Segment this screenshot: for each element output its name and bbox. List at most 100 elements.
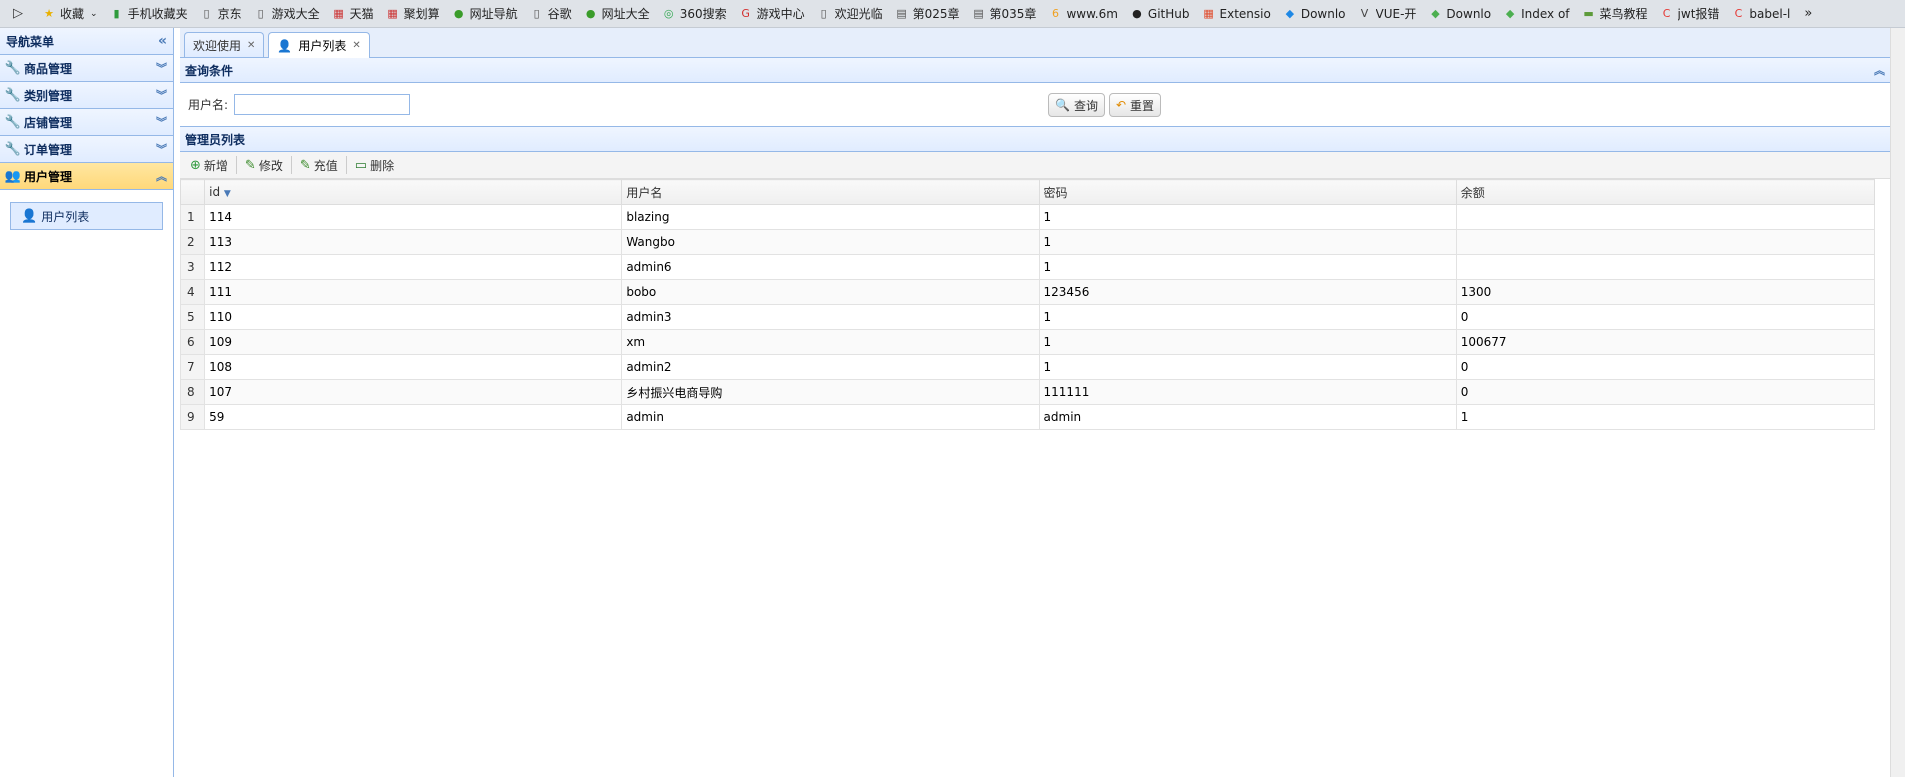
chevron-down-icon[interactable]: ︾	[156, 141, 167, 157]
sidebar-toggle-icon[interactable]: ▷	[0, 6, 36, 21]
reset-icon: ↶	[1115, 98, 1127, 112]
page-icon: ▯	[820, 7, 827, 20]
bookmark-item[interactable]: ▯ 游戏大全	[248, 0, 326, 27]
grid-toolbar: ⊕ 新增 ✎ 修改 ✎ 充值 ▭ 删除	[180, 152, 1890, 179]
user-grid: id ▼ 用户名 密码 余额 1 114 blazing 1 2 113 Wangbo 1 3 1…	[179, 179, 1876, 430]
accordion-section[interactable]: 🔧 店铺管理 ︾	[0, 109, 173, 136]
password-cell: 1	[1038, 229, 1457, 255]
sub-item-user-list[interactable]: 👤 用户列表	[10, 202, 163, 230]
accordion-section-left: 🔧 类别管理	[4, 87, 72, 104]
delete-button-label: 删除	[370, 158, 395, 173]
bookmarks-more-button[interactable]: »	[1796, 6, 1820, 21]
column-header-balance[interactable]: 余额	[1455, 179, 1876, 205]
password-cell: admin	[1038, 404, 1457, 430]
recharge-button-label: 充值	[313, 158, 338, 173]
bookmark-item[interactable]: ▯ 谷歌	[524, 0, 578, 27]
accordion-section[interactable]: 🔧 类别管理 ︾	[0, 82, 173, 109]
table-row[interactable]: 4 111 bobo 123456 1300	[179, 279, 1876, 305]
add-button[interactable]: ⊕ 新增	[184, 154, 234, 176]
recharge-button[interactable]: ✎ 充值	[294, 154, 344, 176]
collapse-up-icon[interactable]: ︽	[1874, 62, 1885, 78]
bookmark-item[interactable]: G 游戏中心	[733, 0, 811, 27]
bookmark-label: 360搜索	[679, 7, 727, 21]
bookmark-item[interactable]: ◆ Downlo	[1422, 0, 1497, 27]
table-row[interactable]: 9 59 admin admin 1	[179, 404, 1876, 430]
id-cell: 109	[204, 329, 623, 355]
id-cell: 107	[204, 379, 623, 405]
balance-cell	[1455, 229, 1876, 255]
chevron-down-icon[interactable]: ︾	[156, 114, 167, 130]
bookmark-item[interactable]: ▮ 手机收藏夹	[104, 0, 194, 27]
bookmark-item[interactable]: ▯ 欢迎光临	[811, 0, 889, 27]
balance-cell	[1455, 204, 1876, 230]
user-icon: 👤	[21, 208, 38, 224]
column-header-id[interactable]: id ▼	[204, 179, 623, 205]
chevron-down-icon: ⌄	[90, 8, 98, 19]
bookmark-item[interactable]: ▬ 菜鸟教程	[1576, 0, 1654, 27]
column-header-label: 用户名	[626, 185, 663, 200]
username-label: 用户名:	[188, 98, 229, 112]
table-row[interactable]: 5 110 admin3 1 0	[179, 304, 1876, 330]
toolbar-separator	[290, 156, 292, 174]
bookmark-item[interactable]: ● 网址大全	[578, 0, 656, 27]
bookmark-item[interactable]: ▦ 天猫	[326, 0, 380, 27]
close-icon[interactable]: ✕	[247, 40, 255, 51]
id-cell: 110	[204, 304, 623, 330]
windows-icon: ▦	[1203, 7, 1214, 20]
balance-cell: 1300	[1455, 279, 1876, 305]
close-icon[interactable]: ✕	[352, 40, 360, 51]
search-icon: 🔍	[1055, 98, 1070, 112]
column-header-password[interactable]: 密码	[1038, 179, 1457, 205]
bookmark-item[interactable]: ◆ Downlo	[1277, 0, 1352, 27]
tab-welcome[interactable]: 欢迎使用 ✕	[184, 32, 265, 57]
bookmark-item[interactable]: ◎ 360搜索	[656, 0, 733, 27]
table-row[interactable]: 6 109 xm 1 100677	[179, 329, 1876, 355]
row-number-cell: 3	[179, 254, 206, 280]
table-row[interactable]: 2 113 Wangbo 1	[179, 229, 1876, 255]
bookmark-item[interactable]: Cjwt报错	[1654, 0, 1726, 27]
column-header-username[interactable]: 用户名	[621, 179, 1040, 205]
tab-label: 用户列表	[298, 39, 347, 53]
bookmark-item[interactable]: ▦ 聚划算	[380, 0, 446, 27]
pencil-icon: ✎	[244, 157, 256, 173]
juhuasuan-icon: ▦	[387, 7, 398, 20]
bookmark-item[interactable]: ● 网址导航	[446, 0, 524, 27]
username-input[interactable]	[234, 94, 411, 115]
table-row[interactable]: 8 107 乡村振兴电商导购 111111 0	[179, 379, 1876, 405]
bookmark-item[interactable]: ★ 收藏 ⌄	[36, 0, 104, 27]
bookmark-item[interactable]: ▤ 第025章	[889, 0, 966, 27]
bookmark-label: 手机收藏夹	[127, 7, 188, 21]
star-icon: ★	[44, 7, 54, 20]
username-cell: xm	[621, 329, 1040, 355]
table-row[interactable]: 3 112 admin6 1	[179, 254, 1876, 280]
chevron-up-icon[interactable]: ︽	[156, 168, 167, 184]
bookmark-item[interactable]: 6 www.6m	[1042, 0, 1123, 27]
bookmark-item[interactable]: ▦ Extensio	[1196, 0, 1277, 27]
bookmark-item[interactable]: ● GitHub	[1124, 0, 1196, 27]
reset-button[interactable]: ↶ 重置	[1108, 93, 1162, 117]
nav-icon: ●	[453, 7, 464, 20]
chevron-down-icon[interactable]: ︾	[156, 87, 167, 103]
table-row[interactable]: 7 108 admin2 1 0	[179, 354, 1876, 380]
bookmark-item[interactable]: ▤ 第035章	[966, 0, 1043, 27]
bookmark-item[interactable]: ▯ 京东	[194, 0, 248, 27]
bookmark-item[interactable]: ◆ Index of	[1497, 0, 1575, 27]
bookmark-item[interactable]: Cbabel-l	[1725, 0, 1796, 27]
list-panel-header: 管理员列表	[180, 127, 1890, 152]
edit-button[interactable]: ✎ 修改	[239, 154, 289, 176]
accordion-section[interactable]: 🔧 商品管理 ︾	[0, 55, 173, 82]
node-icon: ◆	[1431, 7, 1440, 20]
id-cell: 111	[204, 279, 623, 305]
chevron-down-icon[interactable]: ︾	[156, 60, 167, 76]
delete-button[interactable]: ▭ 删除	[349, 154, 400, 176]
column-header-label: 余额	[1460, 185, 1485, 200]
bookmark-item[interactable]: V VUE-开	[1352, 0, 1423, 27]
balance-cell: 1	[1455, 404, 1876, 430]
tab-user-list[interactable]: 👤 用户列表 ✕	[268, 32, 370, 58]
table-row[interactable]: 1 114 blazing 1	[179, 204, 1876, 230]
collapse-left-icon[interactable]: «	[158, 33, 167, 49]
accordion-section-label: 类别管理	[24, 88, 73, 103]
accordion-section[interactable]: 👥 用户管理 ︽	[0, 163, 173, 190]
search-button[interactable]: 🔍 查询	[1048, 93, 1105, 117]
accordion-section[interactable]: 🔧 订单管理 ︾	[0, 136, 173, 163]
